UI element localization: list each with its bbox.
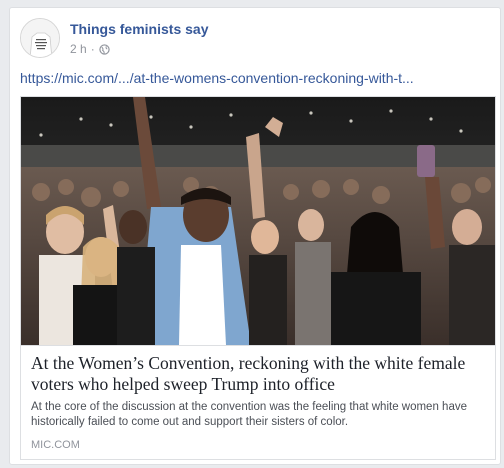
link-preview-description: At the core of the discussion at the con… <box>31 401 467 428</box>
link-preview-headline[interactable]: At the Women’s Convention, reckoning wit… <box>31 353 485 395</box>
link-preview-card[interactable]: At the Women’s Convention, reckoning wit… <box>20 96 496 460</box>
post-meta: 2 h · <box>70 42 110 56</box>
post-timestamp[interactable]: 2 h <box>70 42 87 56</box>
page-name-link[interactable]: Things feminists say <box>70 21 208 37</box>
shared-link-url[interactable]: https://mic.com/.../at-the-womens-conven… <box>20 70 490 86</box>
post-header: Things feminists say 2 h · <box>20 17 490 61</box>
link-preview-text[interactable]: At the Women’s Convention, reckoning wit… <box>21 345 495 459</box>
globe-icon[interactable] <box>99 43 110 55</box>
meta-separator: · <box>90 42 95 56</box>
link-preview-domain: MIC.COM <box>31 439 80 451</box>
page-avatar[interactable] <box>20 18 60 58</box>
feed-post: Things feminists say 2 h · https://mic.c… <box>9 7 501 465</box>
link-preview-image[interactable] <box>21 97 495 345</box>
